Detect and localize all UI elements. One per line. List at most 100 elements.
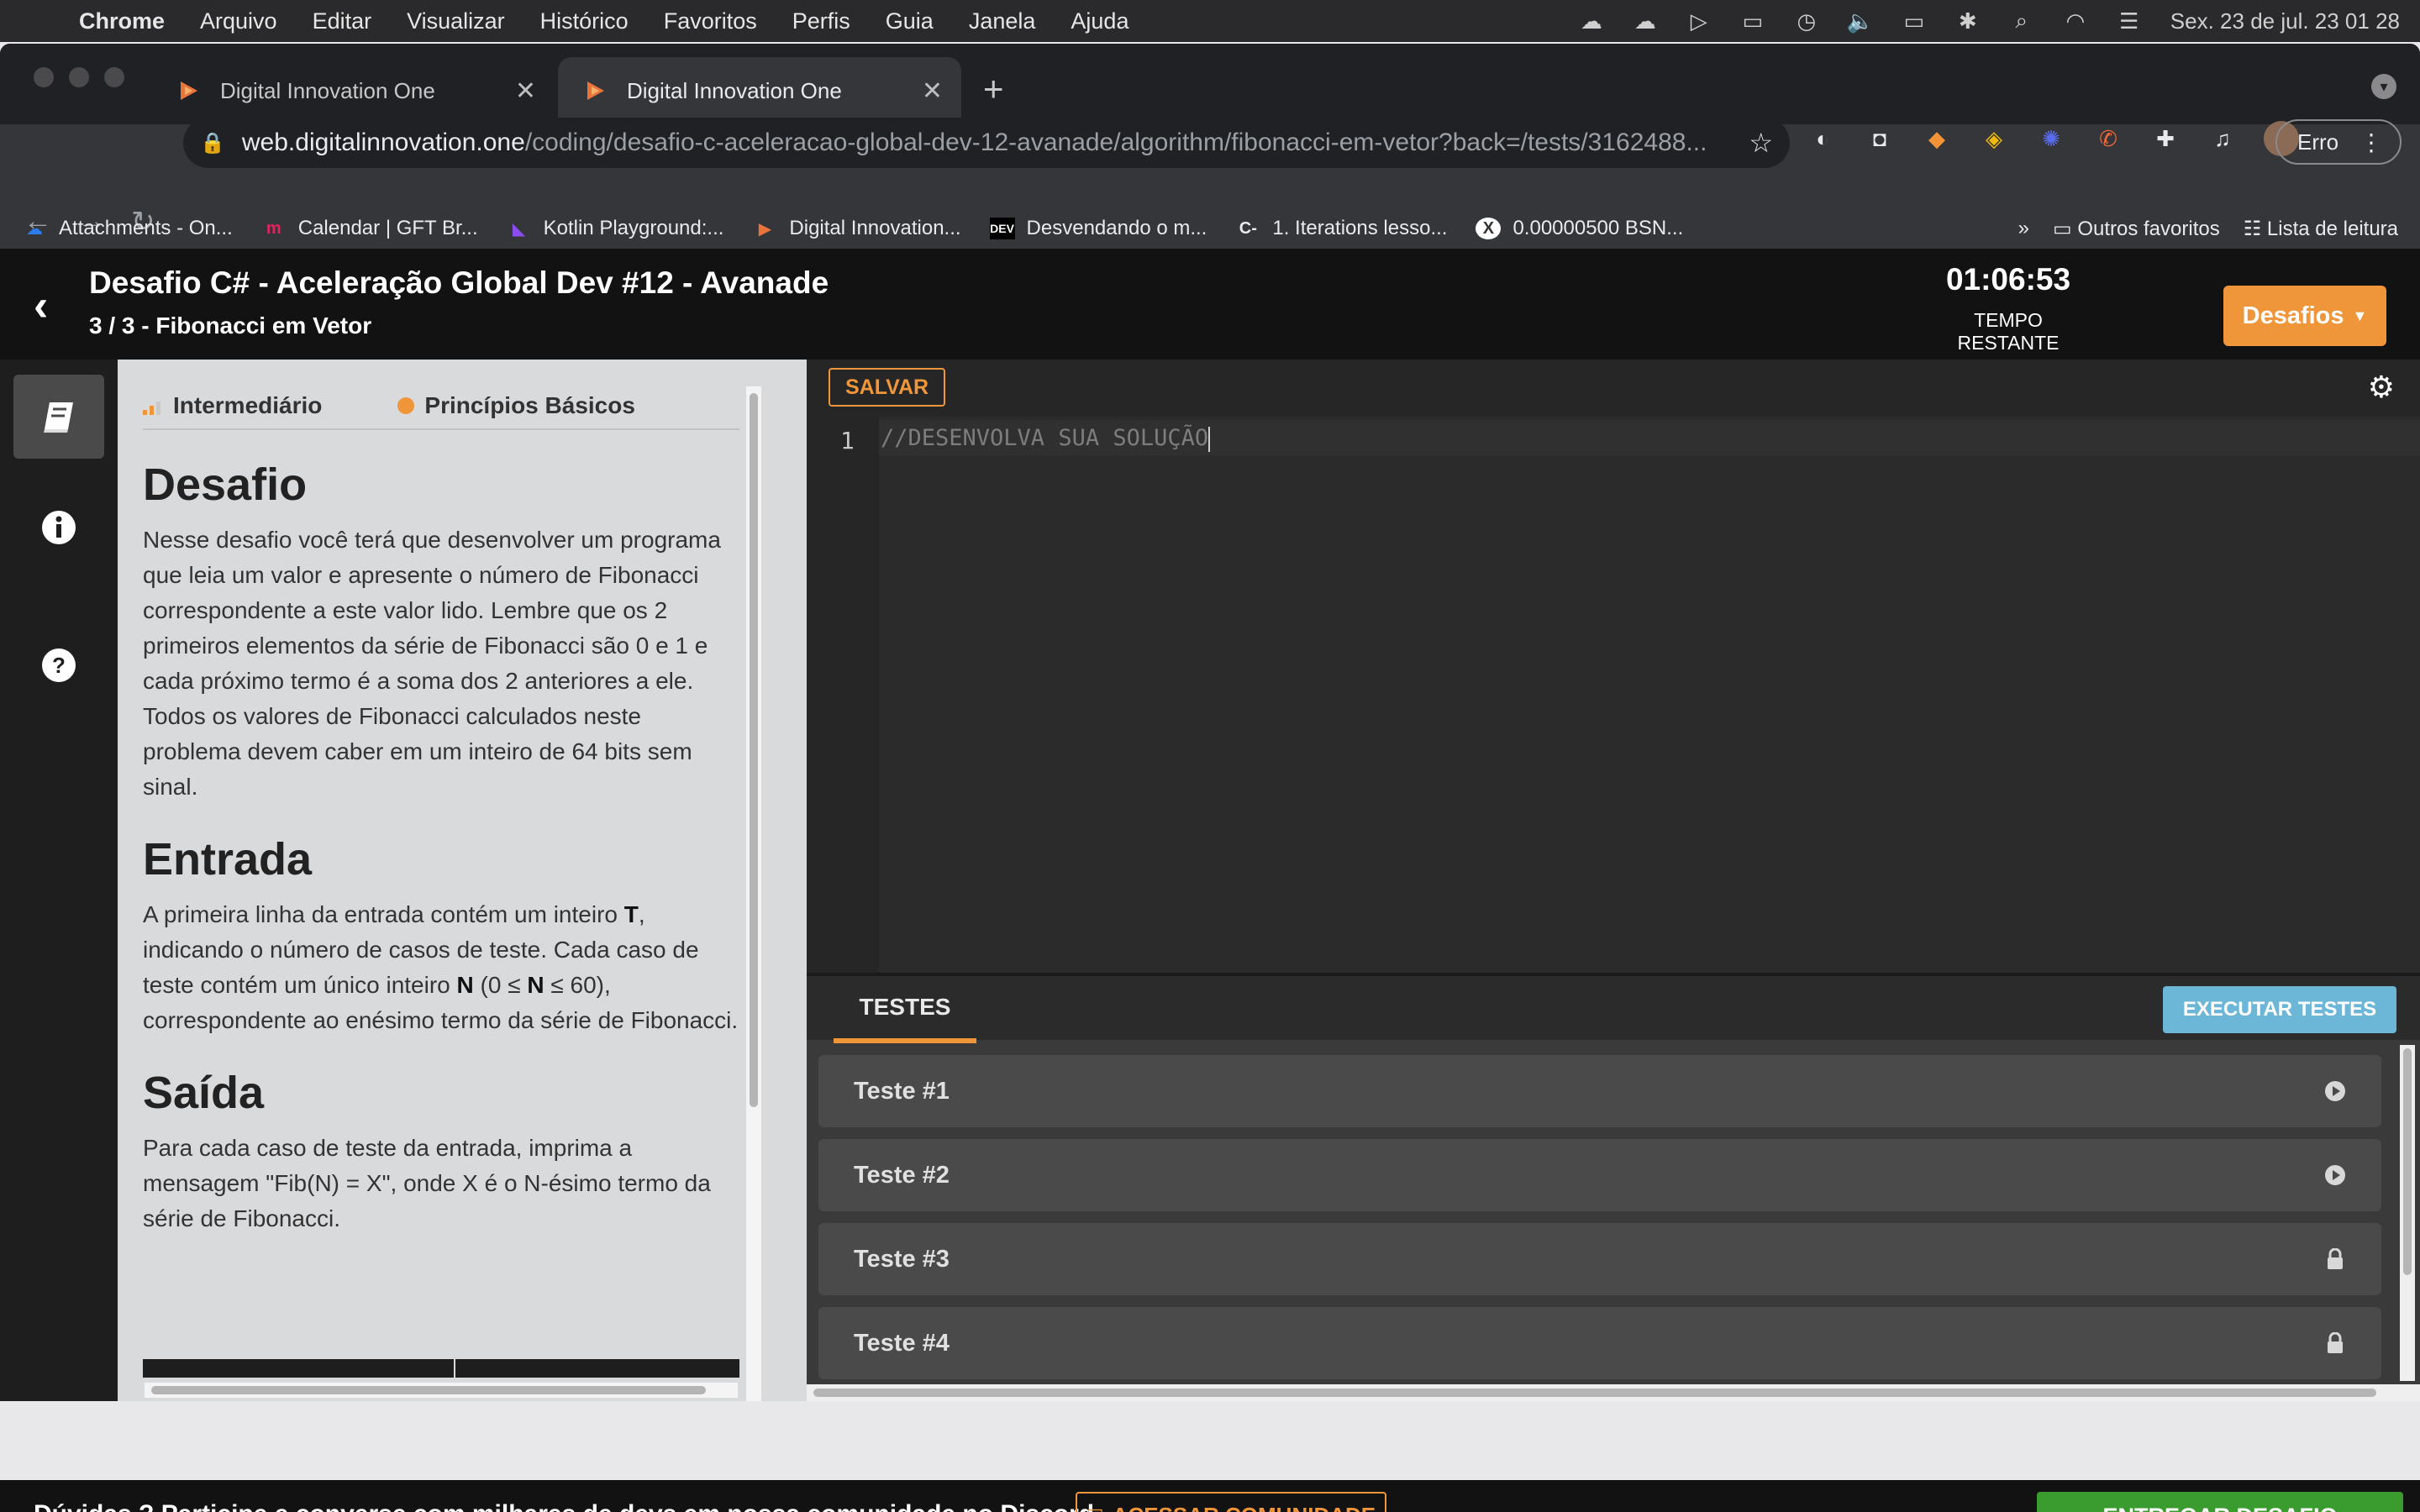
bookmark-bsn[interactable]: X 0.00000500 BSN... bbox=[1476, 217, 1683, 240]
scrollbar-thumb[interactable] bbox=[813, 1389, 2376, 1397]
page-subtitle: 3 / 3 - Fibonacci em Vetor bbox=[89, 312, 372, 339]
countdown-timer: 01:06:53 TEMPO RESTANTE bbox=[1924, 262, 2092, 354]
url-path: /coding/desafio-c-aceleracao-global-dev-… bbox=[524, 129, 1707, 156]
phone-extension-icon[interactable]: ✆ bbox=[2092, 123, 2124, 155]
desafio-text: Nesse desafio você terá que desenvolver … bbox=[143, 527, 721, 800]
profile-error-button[interactable]: Erro ⋮ bbox=[2275, 119, 2402, 165]
search-icon[interactable]: ⌕ bbox=[2009, 8, 2034, 33]
back-chevron-icon[interactable]: ‹ bbox=[34, 281, 48, 331]
camera-icon[interactable]: ◘ bbox=[1864, 123, 1896, 155]
bookmark-attachments[interactable]: ☁ Attachments - On... bbox=[22, 217, 233, 240]
wifi-icon[interactable]: ◠ bbox=[2063, 8, 2088, 34]
bookmark-star-icon[interactable]: ☆ bbox=[1749, 127, 1773, 159]
lock-icon bbox=[2323, 1247, 2348, 1272]
scrollbar-thumb[interactable] bbox=[750, 393, 758, 1107]
other-bookmarks-folder[interactable]: ▭ Outros favoritos bbox=[2053, 217, 2220, 241]
test-item[interactable]: Teste #2 bbox=[818, 1139, 2381, 1211]
cloud-icon[interactable]: ☁ bbox=[1633, 8, 1658, 34]
cloud-icon[interactable]: ☁ bbox=[1579, 8, 1604, 34]
control-center-icon[interactable]: ☰ bbox=[2117, 8, 2142, 34]
menu-visualizar[interactable]: Visualizar bbox=[407, 8, 505, 34]
tab-title: Digital Innovation One bbox=[627, 77, 842, 103]
entrada-var-n: N bbox=[527, 972, 544, 998]
metamask-icon[interactable]: ◆ bbox=[1921, 123, 1953, 155]
tab-digital-innovation-1[interactable]: Digital Innovation One ✕ bbox=[151, 57, 555, 124]
media-queue-icon[interactable]: ♫ bbox=[2207, 123, 2238, 155]
help-icon[interactable]: ? bbox=[13, 623, 104, 707]
binance-icon[interactable]: ◈ bbox=[1978, 123, 2010, 155]
macos-menu-bar: Chrome Arquivo Editar Visualizar Históri… bbox=[0, 0, 2420, 42]
timer-value: 01:06:53 bbox=[1945, 262, 2071, 297]
menu-favoritos[interactable]: Favoritos bbox=[664, 8, 757, 34]
more-bookmarks-button[interactable]: » bbox=[2018, 217, 2029, 240]
kebab-menu-icon[interactable]: ⋮ bbox=[2360, 129, 2383, 156]
info-icon[interactable] bbox=[13, 486, 104, 570]
menu-guia[interactable]: Guia bbox=[886, 8, 934, 34]
battery-icon[interactable]: ▭ bbox=[1902, 8, 1927, 34]
close-window-button[interactable] bbox=[34, 67, 54, 87]
play-circle-icon[interactable]: ▷ bbox=[1686, 8, 1712, 34]
desafios-dropdown-button[interactable]: Desafios ▼ bbox=[2223, 286, 2386, 346]
menu-arquivo[interactable]: Arquivo bbox=[200, 8, 277, 34]
gear-icon[interactable]: ⚙ bbox=[2368, 370, 2395, 405]
menu-perfis[interactable]: Perfis bbox=[792, 8, 850, 34]
description-vertical-scrollbar[interactable] bbox=[746, 386, 761, 1401]
bookmark-kotlin[interactable]: ◣ Kotlin Playground:... bbox=[507, 217, 724, 240]
tab-testes[interactable]: TESTES bbox=[834, 976, 976, 1043]
puzzle-icon[interactable]: ✚ bbox=[2149, 123, 2181, 155]
dark-mode-icon[interactable]: ◐ bbox=[1807, 123, 1839, 155]
zoom-window-button[interactable] bbox=[104, 67, 124, 87]
reading-list-icon: ☷ bbox=[2243, 217, 2267, 240]
play-icon[interactable] bbox=[2323, 1079, 2348, 1104]
bookmark-calendar[interactable]: m Calendar | GFT Br... bbox=[261, 217, 478, 240]
run-tests-button[interactable]: EXECUTAR TESTES bbox=[2163, 986, 2396, 1033]
lock-icon[interactable]: 🔒 bbox=[200, 131, 225, 155]
new-tab-button[interactable]: + bbox=[983, 69, 1004, 109]
bookmark-dev[interactable]: DEV Desvendando o m... bbox=[989, 217, 1207, 240]
save-button[interactable]: SALVAR bbox=[829, 368, 946, 407]
close-tab-icon[interactable]: ✕ bbox=[922, 76, 943, 106]
menu-app-name[interactable]: Chrome bbox=[79, 8, 165, 34]
display-icon[interactable]: ▭ bbox=[1740, 8, 1765, 34]
menu-editar[interactable]: Editar bbox=[313, 8, 372, 34]
menu-ajuda[interactable]: Ajuda bbox=[1071, 8, 1128, 34]
play-icon[interactable] bbox=[2323, 1163, 2348, 1188]
reading-list-button[interactable]: ☷ Lista de leitura bbox=[2244, 217, 2398, 241]
bookmark-dio[interactable]: ▶ Digital Innovation... bbox=[752, 217, 961, 240]
volume-icon[interactable]: 🔈 bbox=[1847, 8, 1874, 34]
test-item[interactable]: Teste #1 bbox=[818, 1055, 2381, 1127]
address-bar[interactable]: 🔒 web.digitalinnovation.one/coding/desaf… bbox=[183, 118, 1790, 168]
code-line[interactable]: //DESENVOLVA SUA SOLUÇÃO bbox=[881, 425, 1211, 452]
description-panel[interactable]: Intermediário Princípios Básicos Desafio… bbox=[118, 360, 807, 1401]
test-item[interactable]: Teste #4 bbox=[818, 1307, 2381, 1379]
scrollbar-thumb[interactable] bbox=[151, 1386, 706, 1394]
code-editor[interactable]: SALVAR ⚙ 1 //DESENVOLVA SUA SOLUÇÃO bbox=[807, 360, 2420, 973]
reading-list-label: Lista de leitura bbox=[2266, 217, 2398, 240]
bluetooth-icon[interactable]: ✱ bbox=[1955, 8, 1981, 34]
description-horizontal-scrollbar[interactable] bbox=[145, 1383, 738, 1398]
book-icon[interactable] bbox=[13, 375, 104, 459]
menu-datetime[interactable]: Sex. 23 de jul. 23 01 28 bbox=[2170, 8, 2400, 34]
folder-icon: ▭ bbox=[2052, 217, 2078, 240]
dio-favicon-icon bbox=[583, 78, 608, 103]
code-text: //DESENVOLVA SUA SOLUÇÃO bbox=[881, 425, 1209, 451]
community-button[interactable]: ▣ ACESSAR COMUNIDADE bbox=[1076, 1492, 1386, 1512]
tab-digital-innovation-2[interactable]: Digital Innovation One ✕ bbox=[558, 57, 961, 124]
m-logo-icon: m bbox=[266, 218, 281, 238]
tests-vertical-scrollbar[interactable] bbox=[2400, 1045, 2415, 1381]
tab-search-icon[interactable]: ▾ bbox=[2371, 74, 2396, 99]
tests-horizontal-scrollbar[interactable] bbox=[807, 1384, 2420, 1401]
clock-icon[interactable]: ◷ bbox=[1794, 8, 1819, 34]
line-gutter bbox=[807, 417, 879, 973]
dio-favicon-icon bbox=[176, 78, 202, 103]
deliver-challenge-button[interactable]: ENTREGAR DESAFIO bbox=[2037, 1492, 2403, 1512]
scrollbar-thumb[interactable] bbox=[2403, 1048, 2412, 1275]
menu-janela[interactable]: Janela bbox=[969, 8, 1036, 34]
gear-extension-icon[interactable]: ✺ bbox=[2035, 123, 2067, 155]
minimize-window-button[interactable] bbox=[69, 67, 89, 87]
bookmark-codility[interactable]: C- 1. Iterations lesso... bbox=[1235, 217, 1448, 240]
close-tab-icon[interactable]: ✕ bbox=[515, 76, 536, 106]
test-item[interactable]: Teste #3 bbox=[818, 1223, 2381, 1295]
menu-historico[interactable]: Histórico bbox=[540, 8, 629, 34]
discord-footer: Dúvidas ? Participe e converse com milha… bbox=[0, 1480, 2420, 1512]
